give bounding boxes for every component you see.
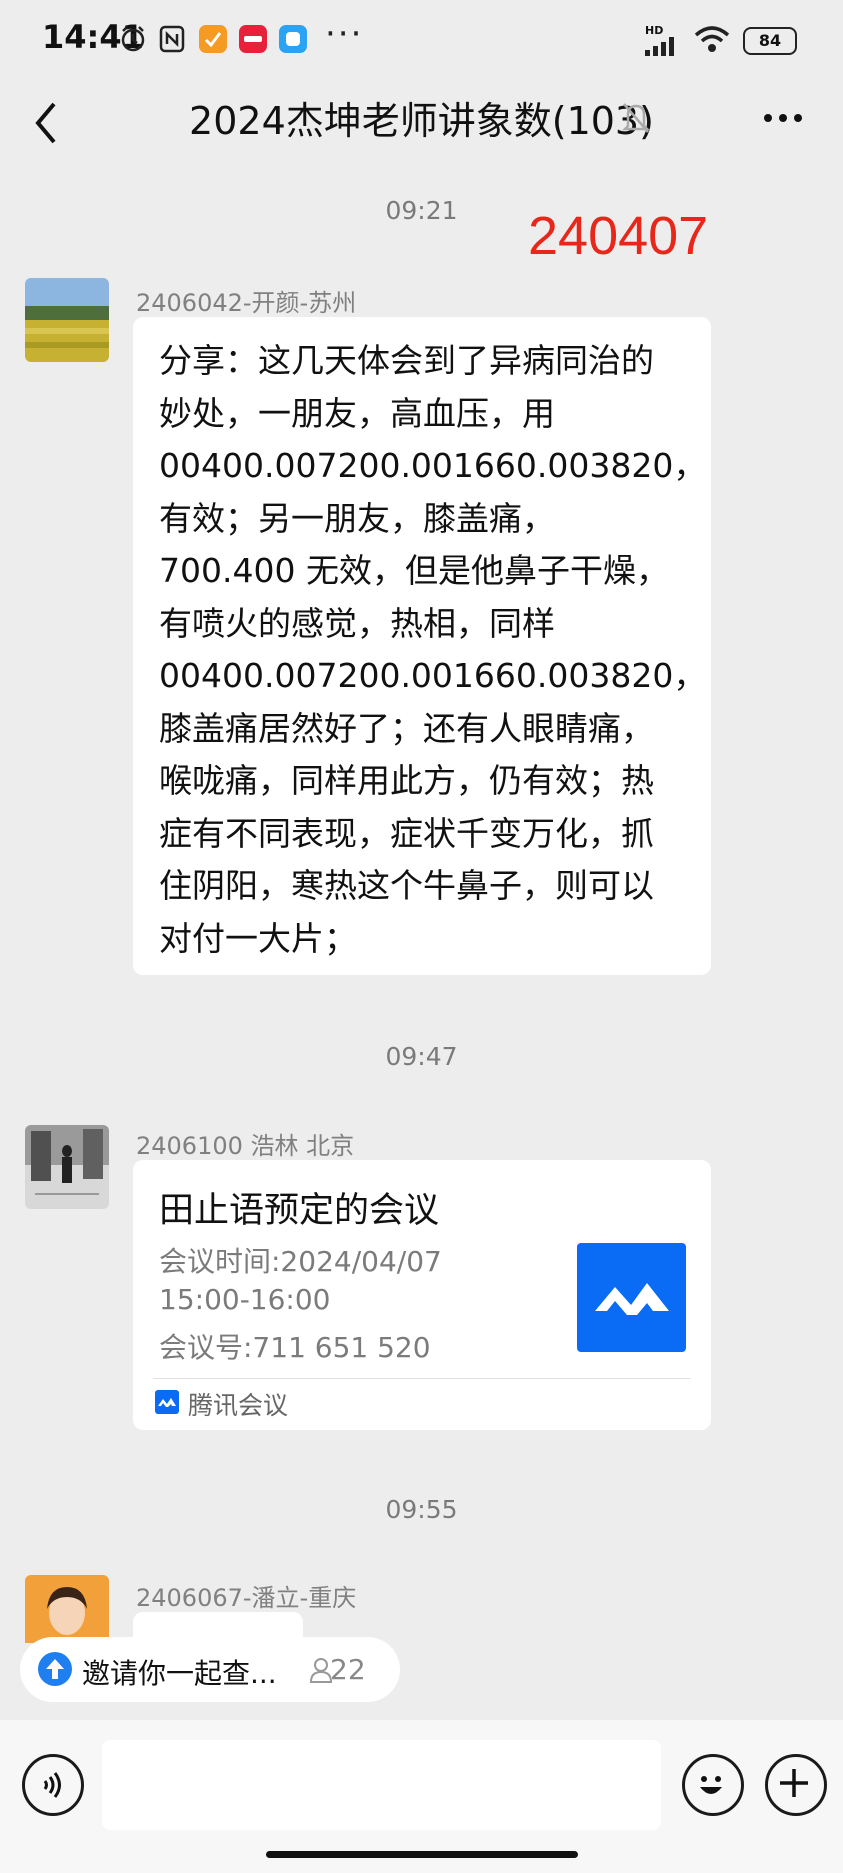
person-icon: [310, 1658, 332, 1683]
app-blue-icon: [279, 25, 307, 53]
xiaohongshu-icon: [239, 25, 267, 53]
meeting-time-range: 15:00-16:00: [159, 1283, 331, 1316]
add-button[interactable]: [765, 1754, 827, 1816]
timestamp: 09:21: [385, 196, 458, 225]
avatar-portrait-image: [25, 1575, 109, 1643]
message-input[interactable]: [102, 1740, 661, 1830]
timestamp: 09:55: [385, 1495, 458, 1524]
avatar-landscape-image: [25, 278, 109, 362]
status-bar: 14:41 ··· HD 84: [0, 0, 843, 80]
tencent-meeting-logo: [577, 1243, 686, 1352]
chat-title: 2024杰坤老师讲象数(103): [189, 99, 654, 143]
alarm-icon: [121, 26, 145, 52]
participant-count: 22: [330, 1653, 366, 1686]
timestamp: 09:47: [385, 1042, 458, 1071]
invite-text: 邀请你一起查...: [82, 1657, 277, 1690]
chat-header: 2024杰坤老师讲象数(103): [0, 80, 843, 170]
status-more-dots: ···: [325, 14, 364, 54]
app-orange-icon: [199, 25, 227, 53]
avatar[interactable]: [25, 278, 109, 362]
nfc-icon: [159, 25, 185, 53]
emoji-button[interactable]: [682, 1754, 744, 1816]
wifi-icon: [694, 26, 730, 52]
message-bubble[interactable]: 分享：这几天体会到了异病同治的 妙处，一朋友，高血压，用 00400.00720…: [133, 317, 711, 975]
tencent-meeting-small-icon: [155, 1390, 179, 1414]
more-icon[interactable]: [762, 112, 804, 124]
voice-button[interactable]: [22, 1754, 84, 1816]
meeting-card[interactable]: 田止语预定的会议 会议时间:2024/04/07 15:00-16:00 会议号…: [133, 1160, 711, 1430]
card-divider: [153, 1378, 691, 1379]
home-indicator[interactable]: [266, 1851, 578, 1858]
plus-icon: [780, 1769, 808, 1797]
sender-name: 2406042-开颜-苏州: [136, 289, 357, 317]
battery-indicator: 84: [743, 27, 797, 55]
meeting-time: 会议时间:2024/04/07: [159, 1245, 442, 1278]
bell-off-icon: [621, 103, 651, 133]
avatar[interactable]: [25, 1575, 109, 1643]
meeting-title: 田止语预定的会议: [159, 1191, 440, 1231]
message-bubble[interactable]: [133, 1612, 303, 1637]
date-overlay: 240407: [528, 206, 709, 266]
meeting-id: 会议号:711 651 520: [159, 1331, 431, 1364]
emoji-icon: [700, 1776, 722, 1794]
message-text: 分享：这几天体会到了异病同治的 妙处，一朋友，高血压，用 00400.00720…: [159, 341, 707, 958]
sender-name: 2406100 浩林 北京: [136, 1132, 355, 1160]
avatar[interactable]: [25, 1125, 109, 1209]
avatar-bw-image: [25, 1125, 109, 1209]
meeting-app-name: 腾讯会议: [188, 1391, 289, 1420]
invite-icon: [38, 1652, 72, 1686]
invite-banner[interactable]: 邀请你一起查... 22: [20, 1637, 400, 1702]
tencent-meeting-icon: [595, 1283, 669, 1315]
signal-icon: [645, 37, 674, 56]
sender-name: 2406067-潘立-重庆: [136, 1584, 357, 1612]
voice-icon: [43, 1772, 61, 1798]
